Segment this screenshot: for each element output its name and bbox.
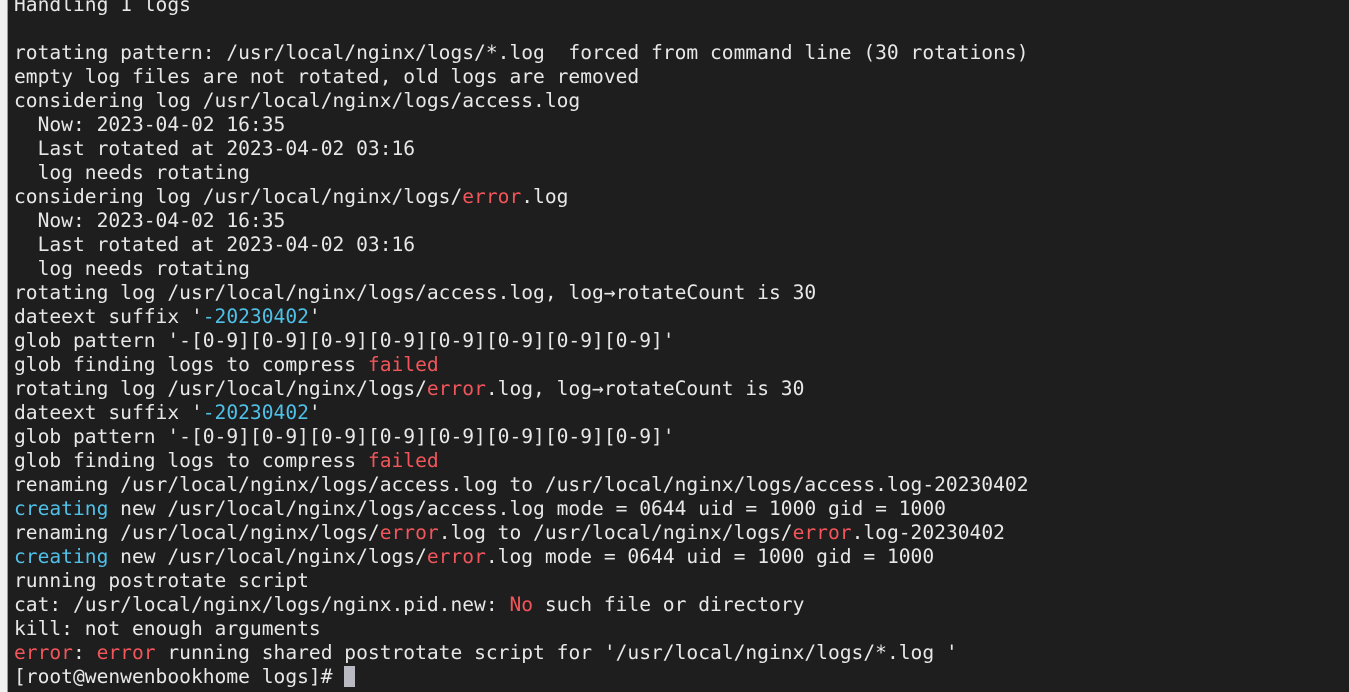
text-segment: glob finding logs to compress (14, 353, 368, 376)
terminal-line: cat: /usr/local/nginx/logs/nginx.pid.new… (14, 593, 1029, 617)
text-segment: .log-20230402 (851, 521, 1005, 544)
text-segment: ' (308, 401, 321, 424)
terminal-line: glob pattern '-[0-9][0-9][0-9][0-9][0-9]… (14, 425, 1029, 449)
highlight-red: failed (367, 353, 439, 376)
text-segment: rotating log /usr/local/nginx/logs/ (14, 377, 427, 400)
prompt-line[interactable]: [root@wenwenbookhome logs]# (14, 665, 1029, 689)
terminal-line: renaming /usr/local/nginx/logs/access.lo… (14, 473, 1029, 497)
terminal-line: log needs rotating (14, 257, 1029, 281)
window-left-edge (0, 0, 7, 692)
text-segment: such file or directory (533, 593, 805, 616)
terminal-line: considering log /usr/local/nginx/logs/er… (14, 185, 1029, 209)
text-segment: considering log /usr/local/nginx/logs/ac… (14, 89, 581, 112)
highlight-cyan: creating (14, 497, 109, 520)
text-segment: empty log files are not rotated, old log… (14, 65, 640, 88)
text-segment: running shared postrotate script for '/u… (155, 641, 958, 664)
terminal-line: glob finding logs to compress failed (14, 449, 1029, 473)
text-segment: log needs rotating (14, 257, 250, 280)
terminal-line: Last rotated at 2023-04-02 03:16 (14, 233, 1029, 257)
highlight-cyan: -20230402 (202, 305, 309, 328)
terminal-line: glob pattern '-[0-9][0-9][0-9][0-9][0-9]… (14, 329, 1029, 353)
terminal-line: dateext suffix '-20230402' (14, 401, 1029, 425)
terminal-window[interactable]: Handling 1 logs rotating pattern: /usr/lo… (8, 0, 1349, 692)
highlight-red: error (426, 377, 486, 400)
text-segment: dateext suffix ' (14, 305, 203, 328)
text-segment: Now: 2023-04-02 16:35 (14, 113, 286, 136)
text-segment: .log mode = 0644 uid = 1000 gid = 1000 (485, 545, 935, 568)
text-segment: Handling 1 logs (14, 0, 191, 16)
terminal-line: running postrotate script (14, 569, 1029, 593)
text-segment: cat: /usr/local/nginx/logs/nginx.pid.new… (14, 593, 510, 616)
text-segment: log needs rotating (14, 161, 250, 184)
text-segment: rotating pattern: /usr/local/nginx/logs/… (14, 41, 1029, 64)
text-segment: .log, log→rotateCount is 30 (485, 377, 805, 400)
text-segment: considering log /usr/local/nginx/logs/ (14, 185, 463, 208)
text-segment: glob finding logs to compress (14, 449, 368, 472)
highlight-red: error (462, 185, 522, 208)
terminal-line: kill: not enough arguments (14, 617, 1029, 641)
text-segment: glob pattern '-[0-9][0-9][0-9][0-9][0-9]… (14, 329, 675, 352)
text-segment: new /usr/local/nginx/logs/ (108, 545, 427, 568)
highlight-cyan: -20230402 (202, 401, 309, 424)
text-segment: Now: 2023-04-02 16:35 (14, 209, 286, 232)
text-segment: .log (521, 185, 569, 208)
text-segment: new /usr/local/nginx/logs/access.log mod… (108, 497, 946, 520)
terminal-line: rotating log /usr/local/nginx/logs/error… (14, 377, 1029, 401)
text-segment: kill: not enough arguments (14, 617, 321, 640)
text-segment: dateext suffix ' (14, 401, 203, 424)
highlight-red: error (379, 521, 439, 544)
terminal-line: creating new /usr/local/nginx/logs/acces… (14, 497, 1029, 521)
highlight-red: No (509, 593, 534, 616)
text-cursor[interactable] (344, 666, 356, 687)
shell-prompt: [root@wenwenbookhome logs]# (14, 665, 345, 688)
terminal-line: Now: 2023-04-02 16:35 (14, 209, 1029, 233)
terminal-line: Now: 2023-04-02 16:35 (14, 113, 1029, 137)
highlight-red: error (792, 521, 852, 544)
terminal-line: dateext suffix '-20230402' (14, 305, 1029, 329)
terminal-line: empty log files are not rotated, old log… (14, 65, 1029, 89)
text-segment: rotating log /usr/local/nginx/logs/acces… (14, 281, 817, 304)
highlight-red: error (14, 641, 73, 664)
text-segment: ' (308, 305, 321, 328)
text-segment: running postrotate script (14, 569, 309, 592)
terminal-line: Last rotated at 2023-04-02 03:16 (14, 137, 1029, 161)
terminal-output: Handling 1 logs rotating pattern: /usr/lo… (14, 0, 1029, 689)
terminal-line: renaming /usr/local/nginx/logs/error.log… (14, 521, 1029, 545)
text-segment: Last rotated at 2023-04-02 03:16 (14, 233, 416, 256)
highlight-red: error (426, 545, 486, 568)
highlight-red: failed (367, 449, 439, 472)
terminal-line: creating new /usr/local/nginx/logs/error… (14, 545, 1029, 569)
highlight-cyan: creating (14, 545, 109, 568)
terminal-line: Handling 1 logs (14, 0, 1029, 17)
terminal-line: rotating pattern: /usr/local/nginx/logs/… (14, 41, 1029, 65)
terminal-line: error: error running shared postrotate s… (14, 641, 1029, 665)
highlight-red: error (96, 641, 156, 664)
text-segment: Last rotated at 2023-04-02 03:16 (14, 137, 416, 160)
text-segment: : (72, 641, 97, 664)
terminal-line: considering log /usr/local/nginx/logs/ac… (14, 89, 1029, 113)
text-segment: .log to /usr/local/nginx/logs/ (438, 521, 793, 544)
text-segment: glob pattern '-[0-9][0-9][0-9][0-9][0-9]… (14, 425, 675, 448)
text-segment: renaming /usr/local/nginx/logs/ (14, 521, 380, 544)
terminal-line: log needs rotating (14, 161, 1029, 185)
text-segment: renaming /usr/local/nginx/logs/access.lo… (14, 473, 1029, 496)
terminal-line: rotating log /usr/local/nginx/logs/acces… (14, 281, 1029, 305)
terminal-line: glob finding logs to compress failed (14, 353, 1029, 377)
